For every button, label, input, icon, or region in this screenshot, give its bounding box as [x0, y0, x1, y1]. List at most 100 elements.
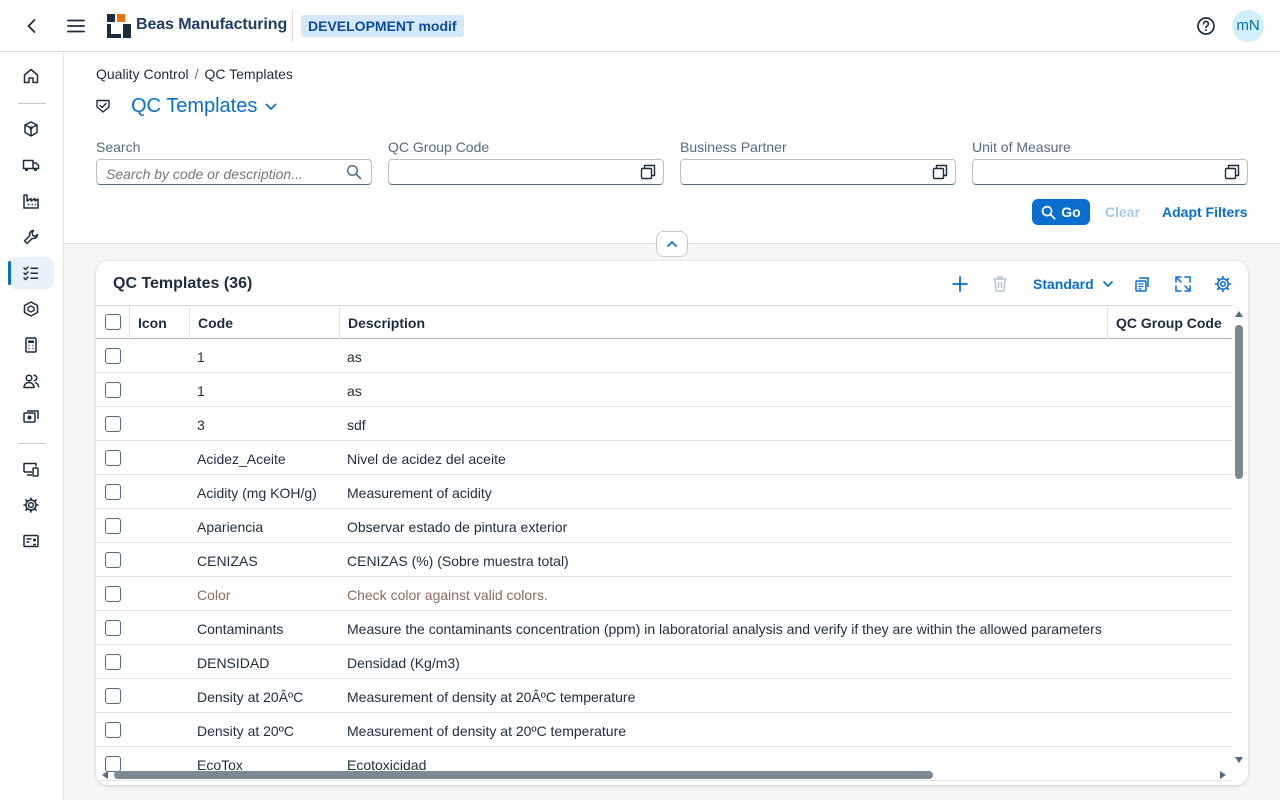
scroll-up-arrow[interactable] [1235, 311, 1243, 317]
cell-description: sdf [347, 417, 366, 433]
row-checkbox[interactable] [105, 518, 121, 534]
table-row[interactable]: Acidez_Aceite Nivel de acidez del aceite [96, 441, 1232, 475]
nav-packages[interactable] [8, 293, 54, 325]
table-row[interactable]: Apariencia Observar estado de pintura ext… [96, 509, 1232, 543]
shell-bar: Beas Manufacturing DEVELOPMENT modif mN [0, 0, 1280, 52]
delivery-truck-icon [22, 159, 40, 172]
scroll-left-arrow[interactable] [102, 771, 108, 779]
search-input[interactable] [96, 159, 372, 185]
table-row[interactable]: 3 sdf [96, 407, 1232, 441]
row-checkbox[interactable] [105, 484, 121, 500]
clear-button[interactable]: Clear [1105, 204, 1140, 220]
export-button[interactable] [1134, 273, 1152, 295]
table-row[interactable]: Density at 20ÂºC Measurement of density a… [96, 679, 1232, 713]
nav-id-card[interactable] [8, 525, 54, 557]
beas-logo-icon [107, 14, 131, 38]
cell-code: Density at 20ÂºC [197, 689, 304, 705]
user-avatar[interactable]: mN [1232, 10, 1264, 42]
qc-group-code-field[interactable] [388, 159, 664, 185]
cell-code: DENSIDAD [197, 655, 270, 671]
nav-people[interactable] [8, 365, 54, 397]
add-button[interactable] [951, 273, 969, 295]
row-checkbox[interactable] [105, 450, 121, 466]
table-row[interactable]: 1 as [96, 339, 1232, 373]
nav-home[interactable] [8, 60, 54, 92]
chevron-up-icon [667, 241, 677, 247]
column-header-code[interactable]: Code [190, 306, 340, 339]
table-row[interactable]: CENIZAS CENIZAS (%) (Sobre muestra total) [96, 543, 1232, 577]
nav-separator [18, 443, 46, 444]
column-header-description[interactable]: Description [340, 306, 1108, 339]
row-checkbox[interactable] [105, 586, 121, 602]
row-checkbox[interactable] [105, 722, 121, 738]
row-checkbox[interactable] [105, 382, 121, 398]
column-header-qc-group-code[interactable]: QC Group Code [1108, 306, 1232, 339]
row-checkbox[interactable] [105, 620, 121, 636]
table-row[interactable]: Acidity (mg KOH/g) Measurement of acidity [96, 475, 1232, 509]
cell-description: as [347, 349, 362, 365]
unit-of-measure-field[interactable] [972, 159, 1248, 185]
go-button[interactable]: Go [1032, 199, 1090, 225]
nav-delivery[interactable] [8, 149, 54, 181]
column-header-icon[interactable]: Icon [130, 306, 190, 339]
cell-description: Measurement of acidity [347, 485, 492, 501]
vertical-scrollbar-thumb[interactable] [1235, 325, 1243, 479]
nav-cubes[interactable] [8, 113, 54, 145]
value-help-icon[interactable] [640, 164, 656, 180]
nav-quality-control[interactable] [8, 257, 54, 289]
scroll-right-arrow[interactable] [1220, 771, 1226, 779]
checklist-icon [23, 266, 38, 281]
back-arrow-icon[interactable] [22, 16, 42, 36]
calculator-icon [25, 337, 37, 353]
select-all-checkbox[interactable] [105, 314, 121, 330]
nav-settings[interactable] [8, 489, 54, 521]
hamburger-menu-icon[interactable] [66, 16, 86, 36]
nav-factory[interactable] [8, 185, 54, 217]
breadcrumb-link-quality-control[interactable]: Quality Control [96, 66, 189, 82]
table-row[interactable]: Color Check color against valid colors. [96, 577, 1232, 611]
cell-code: Color [197, 587, 231, 603]
nav-tools[interactable] [8, 221, 54, 253]
business-partner-field[interactable] [680, 159, 956, 185]
cell-code: 3 [197, 417, 205, 433]
table-row[interactable]: Contaminants Measure the contaminants con… [96, 611, 1232, 645]
variant-selector[interactable]: Standard [1033, 273, 1114, 295]
row-checkbox[interactable] [105, 552, 121, 568]
nav-devices[interactable] [8, 453, 54, 485]
breadcrumb-separator: / [194, 66, 199, 82]
devices-icon [23, 462, 39, 477]
cell-code: 1 [197, 349, 205, 365]
table-row[interactable]: Density at 20ºC Measurement of density at… [96, 713, 1232, 747]
row-checkbox[interactable] [105, 348, 121, 364]
search-icon [1042, 205, 1056, 219]
horizontal-scrollbar-thumb[interactable] [114, 771, 933, 779]
row-checkbox[interactable] [105, 654, 121, 670]
fullscreen-button[interactable] [1174, 273, 1192, 295]
delete-button[interactable] [992, 273, 1008, 295]
scroll-down-arrow[interactable] [1235, 757, 1243, 763]
chevron-down-icon[interactable] [264, 100, 278, 114]
table-row[interactable]: DENSIDAD Densidad (Kg/m3) [96, 645, 1232, 679]
go-button-label: Go [1061, 204, 1081, 220]
search-icon[interactable] [346, 164, 362, 180]
collapse-header-button[interactable] [656, 231, 688, 257]
page-title[interactable]: QC Templates [131, 95, 257, 118]
package-icon [23, 301, 39, 317]
help-icon[interactable] [1195, 15, 1217, 37]
row-checkbox[interactable] [105, 688, 121, 704]
adapt-filters-button[interactable]: Adapt Filters [1162, 204, 1248, 220]
gear-icon [23, 497, 39, 513]
breadcrumb-current: QC Templates [204, 66, 293, 82]
value-help-icon[interactable] [932, 164, 948, 180]
nav-calculator[interactable] [8, 329, 54, 361]
value-help-icon[interactable] [1224, 164, 1240, 180]
table-settings-button[interactable] [1214, 273, 1232, 295]
brand-name[interactable]: Beas Manufacturing [136, 16, 287, 34]
environment-badge: DEVELOPMENT modif [301, 15, 464, 37]
fullscreen-icon [1175, 276, 1191, 292]
nav-finance[interactable] [8, 401, 54, 433]
row-checkbox[interactable] [105, 416, 121, 432]
row-checkbox[interactable] [105, 756, 121, 772]
money-icon [23, 410, 39, 423]
table-row[interactable]: 1 as [96, 373, 1232, 407]
